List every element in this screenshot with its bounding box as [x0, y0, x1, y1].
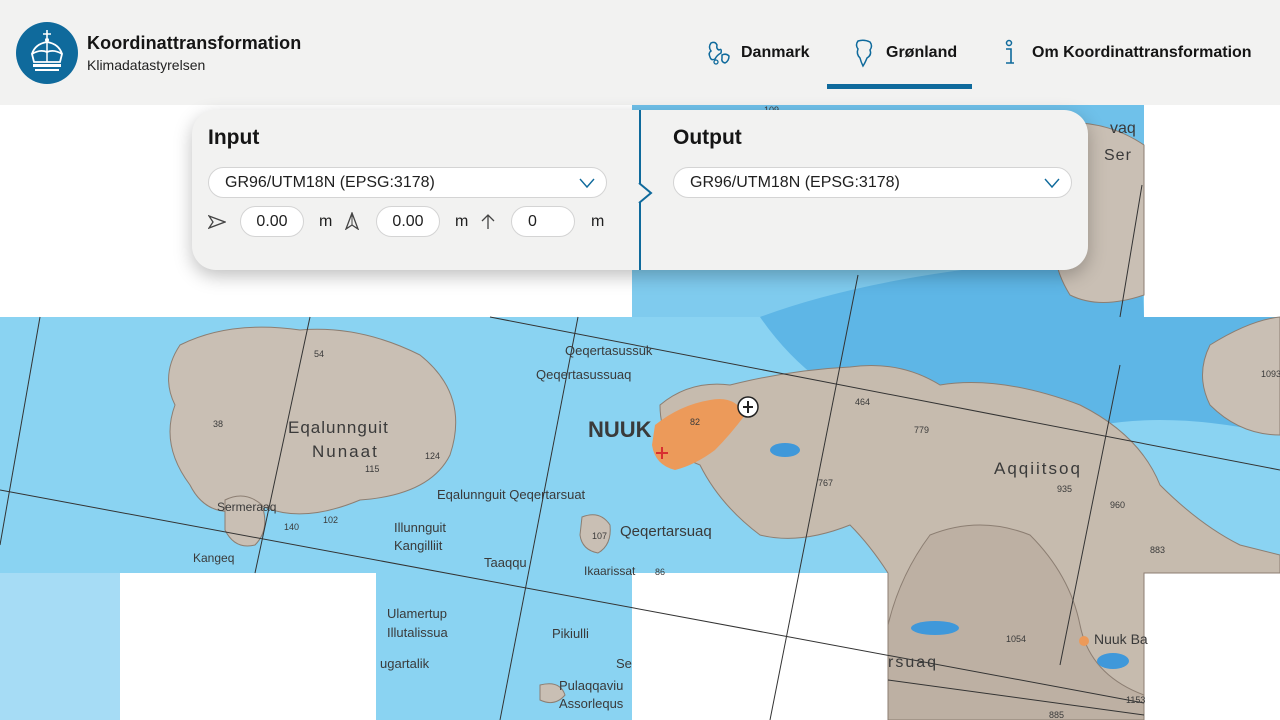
map-label: ugartalik: [380, 656, 430, 671]
elevation-label: 38: [213, 419, 223, 429]
elevation-label: 82: [690, 417, 700, 427]
nav-gronland[interactable]: Grønland: [850, 0, 957, 105]
unit-label: m: [319, 213, 333, 230]
nav-om[interactable]: Om Koordinattransformation: [996, 0, 1252, 105]
lake: [1097, 653, 1129, 669]
northing-icon: [344, 212, 360, 230]
height-input[interactable]: [511, 206, 575, 237]
lake: [911, 621, 959, 635]
elevation-label: 767: [818, 478, 833, 488]
elevation-label: 124: [425, 451, 440, 461]
elevation-label: 1054: [1006, 634, 1026, 644]
nav-label: Danmark: [741, 43, 810, 61]
map-label-nuuk: NUUK: [588, 417, 652, 442]
lake: [770, 443, 800, 457]
map-label: Aqqiitsoq: [994, 459, 1082, 478]
map-label: Ikaarissat: [584, 564, 636, 578]
elevation-label: 935: [1057, 484, 1072, 494]
map-label: Ulamertup: [387, 606, 447, 621]
elevation-label: 885: [1049, 710, 1064, 720]
northing-input[interactable]: [376, 206, 440, 237]
map-label: vaq: [1110, 120, 1136, 137]
output-crs-value: GR96/UTM18N (EPSG:3178): [690, 173, 900, 191]
elevation-label: 86: [655, 567, 665, 577]
site-header: Koordinattransformation Klimadatastyrels…: [0, 0, 1280, 105]
map-label: Taaqqu: [484, 555, 527, 570]
map-label: Kangeq: [193, 551, 234, 565]
unit-label: m: [591, 213, 605, 230]
map-label: Eqalunnguit: [288, 418, 389, 437]
easting-input[interactable]: [240, 206, 304, 237]
map-label: Eqalunnguit Qeqertarsuat: [437, 487, 586, 502]
map-label: Qeqertarsuaq: [620, 523, 712, 540]
elevation-label: 140: [284, 522, 299, 532]
map-label: rsuaq: [888, 654, 938, 671]
site-title: Koordinattransformation: [87, 33, 302, 53]
map-label: Qeqertasussuaq: [536, 367, 631, 382]
output-title: Output: [673, 126, 742, 149]
elevation-label: 883: [1150, 545, 1165, 555]
chevron-down-icon: [1044, 178, 1060, 189]
transform-panel: Input GR96/UTM18N (EPSG:3178) m m m Outp…: [192, 110, 1088, 270]
site-subtitle: Klimadatastyrelsen: [87, 57, 206, 73]
unit-label: m: [455, 213, 469, 230]
elevation-label: 779: [914, 425, 929, 435]
crown-icon[interactable]: [16, 22, 78, 84]
nav-danmark[interactable]: Danmark: [705, 0, 809, 105]
map-label: Nuuk Ba: [1094, 631, 1148, 647]
height-icon: [481, 214, 495, 229]
elevation-label: 960: [1110, 500, 1125, 510]
denmark-map-icon: [708, 41, 730, 65]
elevation-label: 464: [855, 397, 870, 407]
map-label: Pulaqqaviu: [559, 678, 623, 693]
input-crs-select[interactable]: GR96/UTM18N (EPSG:3178): [208, 167, 607, 198]
chevron-right-icon: [638, 182, 653, 204]
elevation-label: 1153: [1126, 695, 1145, 705]
elevation-label: 54: [314, 349, 324, 359]
elevation-label: 115: [365, 464, 379, 474]
map-label: Sermeraaq: [217, 500, 276, 514]
map-label: Pikiulli: [552, 626, 589, 641]
map-label: Nunaat: [312, 442, 379, 461]
elevation-label: 102: [323, 515, 338, 525]
nav-label: Om Koordinattransformation: [1032, 43, 1252, 61]
map-label: Assorlequs: [559, 696, 624, 711]
elevation-label: 1093: [1261, 369, 1280, 379]
info-icon: [1005, 39, 1014, 64]
map-label: Illutalissua: [387, 625, 448, 640]
greenland-map-icon: [855, 38, 873, 67]
map-label: Kangilliit: [394, 538, 443, 553]
easting-icon: [208, 214, 226, 230]
map-label: Se: [616, 656, 632, 671]
map-label: Qeqertasussuk: [565, 343, 653, 358]
active-tab-indicator: [827, 84, 972, 89]
elevation-label: 107: [592, 531, 607, 541]
chevron-down-icon: [579, 178, 595, 189]
map-tile: [0, 573, 120, 720]
settlement: [1079, 636, 1089, 646]
input-coordinates: m m m: [208, 206, 608, 238]
input-crs-value: GR96/UTM18N (EPSG:3178): [225, 173, 435, 191]
input-title: Input: [208, 126, 260, 149]
map-label: Illunnguit: [394, 520, 446, 535]
nav-label: Grønland: [886, 43, 958, 61]
map-label: Ser: [1104, 147, 1132, 164]
output-crs-select[interactable]: GR96/UTM18N (EPSG:3178): [673, 167, 1072, 198]
